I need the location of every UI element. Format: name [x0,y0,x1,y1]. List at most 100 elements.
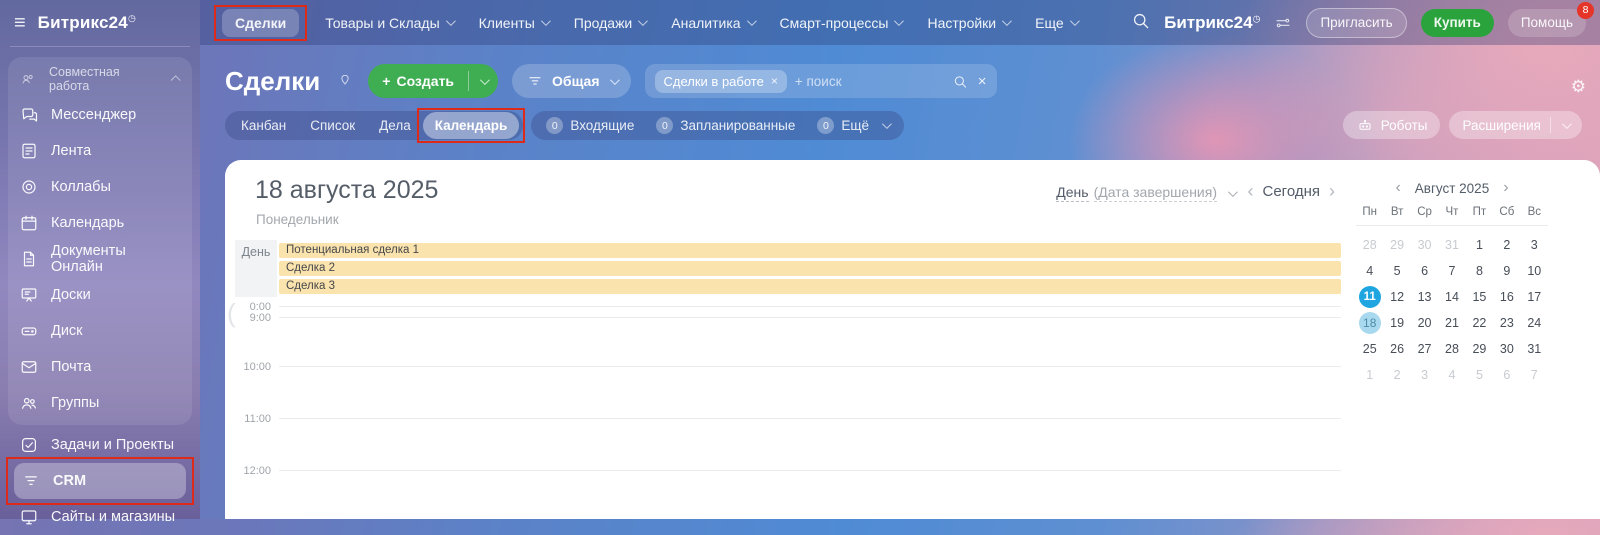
minical-day[interactable]: 27 [1411,336,1438,362]
pin-icon[interactable] [336,74,354,89]
gear-icon[interactable]: ⚙ [1571,77,1586,97]
minical-day[interactable]: 26 [1383,336,1410,362]
nav-item-products[interactable]: Товары и Склады [325,15,452,31]
sidebar-item-collabs[interactable]: Коллабы [8,169,192,205]
minical-day[interactable]: 18 [1356,310,1383,336]
sidebar-item-boards[interactable]: Доски [8,277,192,313]
minical-day[interactable]: 3 [1411,362,1438,388]
nav-item-analytics[interactable]: Аналитика [671,15,753,31]
minical-day[interactable]: 15 [1466,284,1493,310]
nav-item-smart-processes[interactable]: Смарт-процессы [780,15,902,31]
sidebar-item-sites[interactable]: Сайты и магазины [8,499,192,535]
view-mode-switch[interactable]: День (Дата завершения) [1056,184,1235,202]
minical-day[interactable]: 12 [1383,284,1410,310]
minical-day[interactable]: 31 [1438,232,1465,258]
minical-day[interactable]: 7 [1438,258,1465,284]
minical-day[interactable]: 13 [1411,284,1438,310]
tab-list[interactable]: Список [298,111,367,140]
deal-event[interactable]: Сделка 3 [279,279,1341,294]
minical-day[interactable]: 30 [1411,232,1438,258]
sidebar-item-tasks[interactable]: Задачи и Проекты [8,427,192,463]
minical-day[interactable]: 29 [1383,232,1410,258]
buy-button[interactable]: Купить [1421,9,1494,37]
chip-close-icon[interactable]: × [771,74,778,88]
deal-event[interactable]: Сделка 2 [279,261,1341,276]
nav-item-clients[interactable]: Клиенты [479,15,548,31]
create-dropdown-button[interactable] [469,78,498,85]
search-icon[interactable] [1131,11,1150,35]
minical-day[interactable]: 20 [1411,310,1438,336]
tab-kanban[interactable]: Канбан [229,111,298,140]
minical-day[interactable]: 3 [1521,232,1548,258]
minical-day[interactable]: 14 [1438,284,1465,310]
prev-day-button[interactable]: ‹ [1248,182,1254,200]
collabs-icon [20,178,38,196]
minical-day[interactable]: 4 [1356,258,1383,284]
today-button[interactable]: Сегодня [1263,183,1321,200]
next-day-button[interactable]: › [1329,182,1335,200]
minical-day[interactable]: 2 [1383,362,1410,388]
minical-day[interactable]: 24 [1521,310,1548,336]
sidebar-item-drive[interactable]: Диск [8,313,192,349]
view-filter-button[interactable]: Общая [512,64,630,98]
sidebar-group-collab[interactable]: Совместная работа [8,61,192,97]
minical-day[interactable]: 16 [1493,284,1520,310]
minical-day[interactable]: 7 [1521,362,1548,388]
minical-weekday: Чт [1438,206,1465,218]
deal-event[interactable]: Потенциальная сделка 1 [279,243,1341,258]
sidebar-item-docs-online[interactable]: Документы Онлайн [8,241,192,277]
counter-incoming[interactable]: 0Входящие [535,117,645,134]
filter-search-field[interactable]: Сделки в работе × + поиск × [645,64,997,98]
minical-day[interactable]: 21 [1438,310,1465,336]
minical-day[interactable]: 22 [1466,310,1493,336]
minical-day[interactable]: 11 [1356,284,1383,310]
minical-day[interactable]: 23 [1493,310,1520,336]
minical-day[interactable]: 5 [1383,258,1410,284]
create-button[interactable]: +Создать [368,64,498,98]
minical-day[interactable]: 9 [1493,258,1520,284]
clear-search-icon[interactable]: × [978,73,987,90]
filter-chip[interactable]: Сделки в работе × [655,70,787,93]
minical-day[interactable]: 10 [1521,258,1548,284]
minical-day[interactable]: 8 [1466,258,1493,284]
tab-calendar[interactable]: Календарь [423,112,520,139]
minical-day[interactable]: 29 [1466,336,1493,362]
sidebar-item-messenger[interactable]: Мессенджер [8,97,192,133]
sidebar-item-calendar[interactable]: Календарь [8,205,192,241]
minical-day[interactable]: 25 [1356,336,1383,362]
funnel-icon [526,74,544,89]
sidebar-item-crm[interactable]: CRM [14,463,186,499]
extensions-button[interactable]: Расширения [1449,111,1582,139]
counter-more[interactable]: 0Ещё [806,117,900,134]
minical-day[interactable]: 31 [1521,336,1548,362]
help-button[interactable]: Помощь 8 [1508,9,1586,37]
minical-day[interactable]: 5 [1466,362,1493,388]
invite-button[interactable]: Пригласить [1306,8,1406,38]
sidebar-item-groups[interactable]: Группы [8,385,192,421]
nav-item-deals[interactable]: Сделки [222,9,299,37]
nav-item-sales[interactable]: Продажи [574,15,645,31]
tab-activities[interactable]: Дела [367,111,423,140]
sidebar-item-mail[interactable]: Почта [8,349,192,385]
minical-day[interactable]: 2 [1493,232,1520,258]
minical-day[interactable]: 4 [1438,362,1465,388]
search-icon[interactable] [951,74,969,89]
minical-day[interactable]: 6 [1411,258,1438,284]
minical-day[interactable]: 6 [1493,362,1520,388]
sidebar-item-feed[interactable]: Лента [8,133,192,169]
prev-month-button[interactable]: ‹ [1395,180,1400,196]
sliders-icon[interactable] [1274,15,1292,31]
counter-planned[interactable]: 0Запланированные [645,117,806,134]
minical-day[interactable]: 1 [1356,362,1383,388]
minical-day[interactable]: 17 [1521,284,1548,310]
nav-item-more[interactable]: Еще [1035,15,1077,31]
nav-item-settings[interactable]: Настройки [927,15,1009,31]
menu-toggle-icon[interactable]: ≡ [14,12,26,35]
minical-day[interactable]: 30 [1493,336,1520,362]
next-month-button[interactable]: › [1503,180,1508,196]
minical-day[interactable]: 28 [1438,336,1465,362]
robots-button[interactable]: Роботы [1343,111,1441,139]
minical-day[interactable]: 1 [1466,232,1493,258]
minical-day[interactable]: 19 [1383,310,1410,336]
minical-day[interactable]: 28 [1356,232,1383,258]
